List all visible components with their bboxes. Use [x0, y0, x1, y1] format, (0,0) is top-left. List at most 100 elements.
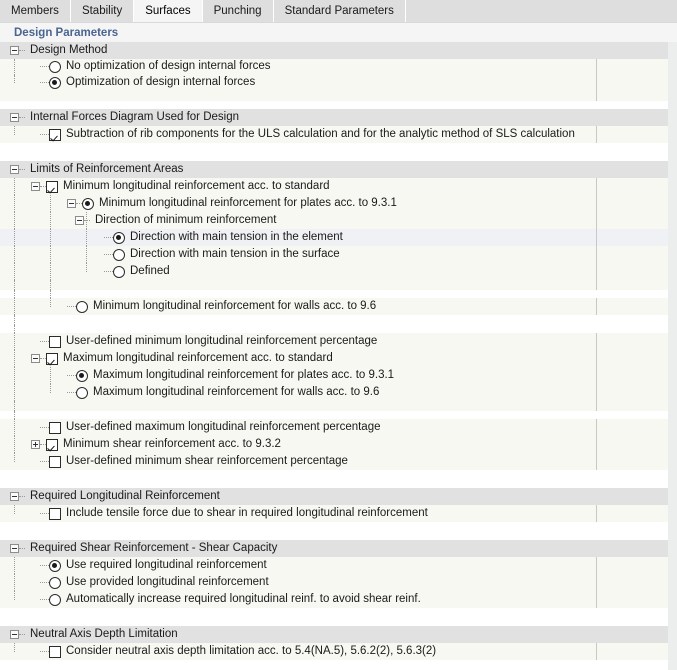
- tree-spacer: [0, 325, 668, 333]
- radio-direction-main-tension-element[interactable]: [113, 232, 125, 244]
- tab-label: Surfaces: [145, 5, 190, 17]
- tree-spacer: [0, 532, 668, 540]
- tree-row[interactable]: No optimization of design internal force…: [0, 59, 668, 75]
- expander-minus-icon[interactable]: [10, 630, 19, 639]
- expander-minus-icon[interactable]: [31, 354, 40, 363]
- tree-row[interactable]: Consider neutral axis depth limitation a…: [0, 643, 668, 660]
- tree-rail: [14, 315, 16, 325]
- expander-plus-icon[interactable]: [31, 440, 40, 449]
- checkbox-min-long-reinf-standard[interactable]: [46, 181, 58, 193]
- checkbox-user-defined-max-long-percentage[interactable]: [49, 422, 61, 434]
- radio-min-long-reinf-walls[interactable]: [76, 301, 88, 313]
- tree-section-header[interactable]: Internal Forces Diagram Used for Design: [0, 109, 668, 126]
- radio-use-provided-long-reinf[interactable]: [49, 577, 61, 589]
- tab-label: Standard Parameters: [285, 5, 394, 17]
- checkbox-max-long-reinf-standard[interactable]: [46, 353, 58, 365]
- expander-minus-icon[interactable]: [10, 165, 19, 174]
- checkbox-include-tensile-force[interactable]: [49, 508, 61, 520]
- radio-defined[interactable]: [113, 266, 125, 278]
- tree-row-label: Use provided longitudinal reinforcement: [61, 577, 269, 589]
- column-divider: [596, 643, 597, 660]
- right-edge: [668, 470, 677, 480]
- tree-spacer: [0, 401, 668, 411]
- tree-row[interactable]: Include tensile force due to shear in re…: [0, 505, 668, 522]
- tree-row[interactable]: Maximum longitudinal reinforcement for w…: [0, 384, 668, 401]
- radio-max-long-reinf-walls[interactable]: [76, 387, 88, 399]
- tree-row[interactable]: Subtraction of rib components for the UL…: [0, 126, 668, 143]
- tree-row[interactable]: Minimum shear reinforcement acc. to 9.3.…: [0, 436, 668, 453]
- right-edge: [668, 195, 677, 212]
- tree-row[interactable]: Automatically increase required longitud…: [0, 591, 668, 608]
- tree-row[interactable]: Maximum longitudinal reinforcement for p…: [0, 367, 668, 384]
- tab-punching[interactable]: Punching: [203, 0, 274, 22]
- checkbox-consider-neutral-axis-depth[interactable]: [49, 646, 61, 658]
- checkbox-subtraction-rib-components[interactable]: [49, 129, 61, 141]
- tree-row-label: No optimization of design internal force…: [61, 61, 271, 73]
- right-edge: [668, 574, 677, 591]
- tree-row[interactable]: Defined: [0, 263, 668, 280]
- tree-connector-line: [40, 461, 49, 463]
- expander-minus-icon[interactable]: [31, 182, 40, 191]
- tab-members[interactable]: Members: [0, 0, 71, 22]
- right-edge: [668, 660, 677, 670]
- tree-section-header[interactable]: Neutral Axis Depth Limitation: [0, 626, 668, 643]
- expander-minus-icon[interactable]: [10, 46, 19, 55]
- tree-row[interactable]: User-defined minimum shear reinforcement…: [0, 453, 668, 470]
- checkbox-user-defined-min-shear-percentage[interactable]: [49, 456, 61, 468]
- expander-minus-icon[interactable]: [67, 199, 76, 208]
- right-edge: [668, 488, 677, 505]
- tree-row[interactable]: Minimum longitudinal reinforcement for p…: [0, 195, 668, 212]
- radio-direction-main-tension-surface[interactable]: [113, 249, 125, 261]
- tab-stability[interactable]: Stability: [71, 0, 134, 22]
- tree-connector-line: [104, 271, 113, 273]
- section-label: Limits of Reinforcement Areas: [25, 164, 183, 176]
- tab-surfaces[interactable]: Surfaces: [134, 0, 202, 22]
- tree-row[interactable]: User-defined maximum longitudinal reinfo…: [0, 419, 668, 436]
- tree-section-header[interactable]: Required Longitudinal Reinforcement: [0, 488, 668, 505]
- right-edge: [668, 480, 677, 488]
- radio-auto-increase-long-reinf[interactable]: [49, 594, 61, 606]
- tree-row[interactable]: Direction of minimum reinforcement: [0, 212, 668, 229]
- tree-row-label: Maximum longitudinal reinforcement for w…: [88, 387, 379, 399]
- radio-no-optimization[interactable]: [49, 61, 61, 73]
- tree-row[interactable]: Maximum longitudinal reinforcement acc. …: [0, 350, 668, 367]
- tree-row[interactable]: Minimum longitudinal reinforcement for w…: [0, 298, 668, 315]
- right-edge: [668, 153, 677, 161]
- tree-row[interactable]: Minimum longitudinal reinforcement acc. …: [0, 178, 668, 195]
- tree-connector-line: [40, 651, 49, 653]
- tree-section-header[interactable]: Required Shear Reinforcement - Shear Cap…: [0, 540, 668, 557]
- radio-min-long-reinf-plates[interactable]: [82, 198, 94, 210]
- right-edge: [668, 350, 677, 367]
- expander-minus-icon[interactable]: [10, 492, 19, 501]
- radio-max-long-reinf-plates[interactable]: [76, 370, 88, 382]
- checkbox-min-shear-reinf[interactable]: [46, 439, 58, 451]
- right-edge: [668, 161, 677, 178]
- column-divider: [596, 91, 597, 101]
- radio-use-required-long-reinf[interactable]: [49, 560, 61, 572]
- column-divider: [596, 436, 597, 453]
- right-edge: [668, 298, 677, 315]
- tree-connector-line: [40, 66, 49, 68]
- tree-section-header[interactable]: Design Method: [0, 42, 668, 59]
- expander-minus-icon[interactable]: [75, 216, 84, 225]
- tree-row[interactable]: Direction with main tension in the surfa…: [0, 246, 668, 263]
- tree-row[interactable]: Use provided longitudinal reinforcement: [0, 574, 668, 591]
- tree-row[interactable]: Use required longitudinal reinforcement: [0, 557, 668, 574]
- tab-label: Members: [11, 5, 59, 17]
- expander-minus-icon[interactable]: [10, 113, 19, 122]
- radio-optimization[interactable]: [49, 77, 61, 89]
- checkbox-user-defined-min-long-percentage[interactable]: [49, 336, 61, 348]
- tree-row[interactable]: Optimization of design internal forces: [0, 75, 668, 91]
- tree-row[interactable]: Direction with main tension in the eleme…: [0, 229, 668, 246]
- tab-strip-filler: [406, 0, 677, 22]
- column-divider: [596, 298, 597, 315]
- tree-rail: [14, 401, 16, 411]
- tab-standard-parameters[interactable]: Standard Parameters: [274, 0, 406, 22]
- right-edge: [668, 453, 677, 470]
- tree-row[interactable]: User-defined minimum longitudinal reinfo…: [0, 333, 668, 350]
- expander-minus-icon[interactable]: [10, 544, 19, 553]
- tree-section-header[interactable]: Limits of Reinforcement Areas: [0, 161, 668, 178]
- tree-row-label: Minimum longitudinal reinforcement for p…: [94, 198, 397, 210]
- tab-label: Punching: [214, 5, 262, 17]
- column-divider: [596, 75, 597, 91]
